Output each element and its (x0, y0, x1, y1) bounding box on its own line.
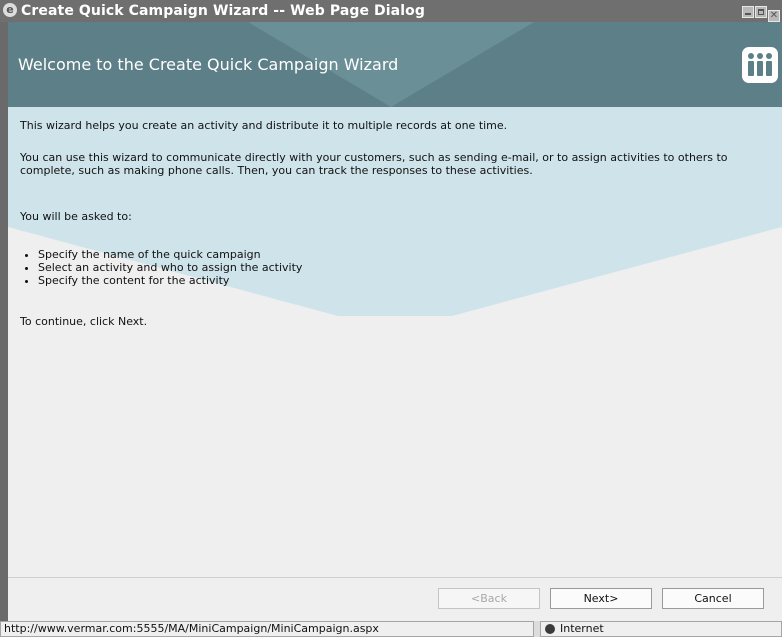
maximize-icon[interactable] (755, 6, 767, 18)
asked-text: You will be asked to: (20, 210, 132, 223)
wizard-header: Welcome to the Create Quick Campaign Wiz… (8, 22, 782, 107)
description-text: You can use this wizard to communicate d… (20, 151, 728, 177)
minimize-icon[interactable] (742, 6, 754, 18)
wizard-footer: <Back Next> Cancel (8, 577, 782, 621)
watermark-cut-right (452, 227, 782, 316)
dialog-frame: Welcome to the Create Quick Campaign Wiz… (0, 22, 782, 621)
next-button[interactable]: Next> (550, 588, 652, 609)
cancel-button[interactable]: Cancel (662, 588, 764, 609)
zone-label: Internet (560, 622, 604, 635)
back-button[interactable]: <Back (438, 588, 540, 609)
list-item: Specify the name of the quick campaign (38, 248, 302, 261)
security-zone: Internet (540, 621, 782, 637)
window-controls: ✕ (741, 3, 780, 22)
close-icon[interactable]: ✕ (768, 10, 780, 22)
window-title: Create Quick Campaign Wizard -- Web Page… (21, 3, 425, 19)
steps-list: Specify the name of the quick campaign S… (20, 248, 302, 287)
wizard-content: This wizard helps you create an activity… (8, 107, 782, 577)
wizard-heading: Welcome to the Create Quick Campaign Wiz… (18, 55, 399, 74)
intro-text: This wizard helps you create an activity… (20, 119, 508, 132)
ie-page-icon: e (3, 3, 17, 17)
list-item: Specify the content for the activity (38, 274, 302, 287)
status-bar: http://www.vermar.com:5555/MA/MiniCampai… (0, 621, 782, 637)
status-url: http://www.vermar.com:5555/MA/MiniCampai… (0, 621, 534, 637)
globe-icon (545, 624, 555, 634)
crm-logo-icon (742, 47, 778, 83)
continue-text: To continue, click Next. (20, 315, 148, 328)
title-bar: e Create Quick Campaign Wizard -- Web Pa… (0, 0, 782, 22)
list-item: Select an activity and who to assign the… (38, 261, 302, 274)
